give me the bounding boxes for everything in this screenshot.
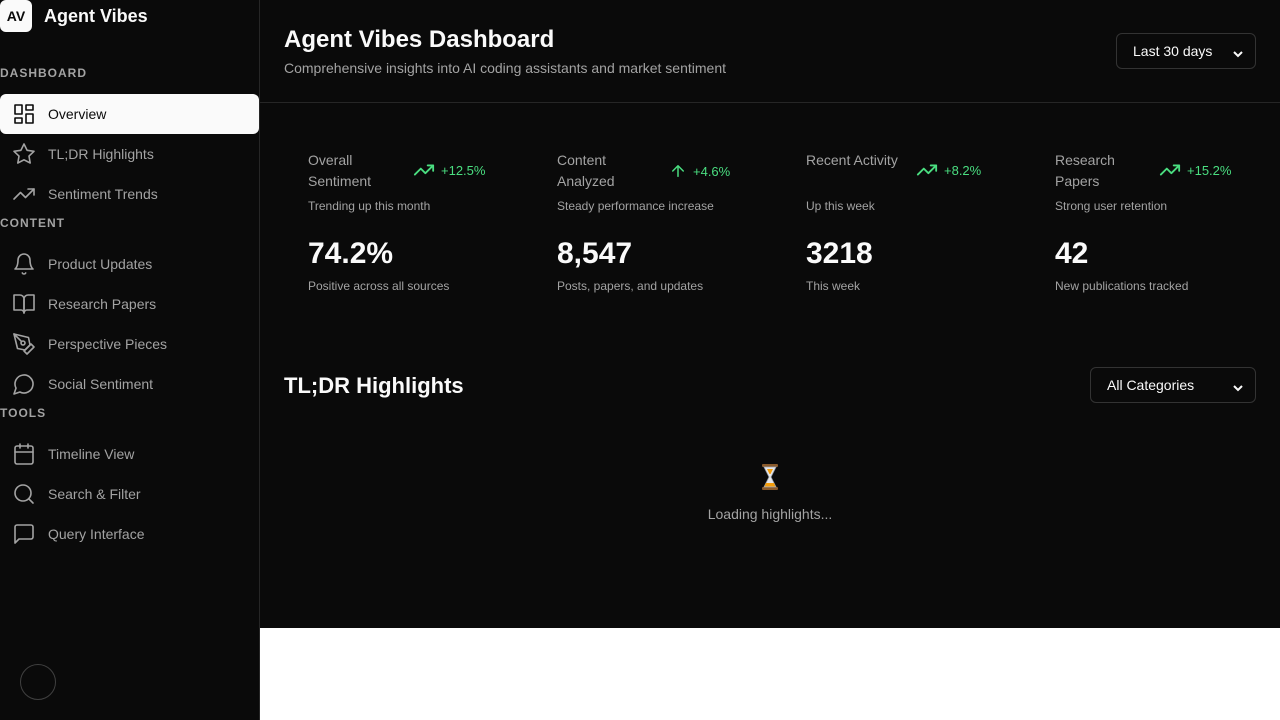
- stat-card-overall-sentiment: Overall Sentiment +12.5% Trending up thi…: [308, 150, 508, 310]
- sidebar-item-query-interface[interactable]: Query Interface: [0, 514, 259, 554]
- stat-trend-value: +15.2%: [1187, 162, 1232, 178]
- stat-note: Posts, papers, and updates: [557, 279, 704, 293]
- stat-value: 74.2%: [308, 237, 394, 270]
- stat-title: Recent Activity: [806, 152, 898, 168]
- trending-up-icon: [1159, 164, 1181, 176]
- sidebar-item-label: TL;DR Highlights: [48, 146, 154, 162]
- hourglass-icon: [762, 464, 778, 490]
- sidebar-item-label: Overview: [48, 106, 107, 122]
- sidebar-item-research-papers[interactable]: Research Papers: [0, 284, 259, 324]
- sidebar-item-timeline-view[interactable]: Timeline View: [0, 434, 259, 474]
- sidebar-item-label: Search & Filter: [48, 486, 141, 502]
- stat-value: 42: [1055, 237, 1089, 270]
- section-label-dashboard: DASHBOARD: [0, 66, 87, 80]
- sidebar-item-overview[interactable]: Overview: [0, 94, 259, 134]
- chevron-down-icon: [1233, 380, 1243, 392]
- category-select-value: All Categories: [1107, 377, 1195, 393]
- page-title: Agent Vibes Dashboard: [284, 26, 555, 53]
- stat-note: This week: [806, 279, 861, 293]
- brand[interactable]: AV Agent Vibes: [0, 0, 148, 32]
- star-icon: [12, 142, 36, 166]
- stat-card-recent-activity: Recent Activity +8.2% Up this week 3218 …: [806, 150, 1006, 310]
- sidebar: AV Agent Vibes DASHBOARD Overview TL;DR …: [0, 0, 260, 720]
- stat-note: New publications tracked: [1055, 279, 1189, 293]
- trending-up-icon: [413, 164, 435, 176]
- user-avatar[interactable]: [20, 664, 56, 700]
- grid-icon: [12, 102, 36, 126]
- sidebar-item-label: Research Papers: [48, 296, 157, 312]
- book-icon: [12, 292, 36, 316]
- sidebar-item-label: Perspective Pieces: [48, 336, 168, 352]
- chat-bubble-icon: [12, 372, 36, 396]
- sidebar-item-search-filter[interactable]: Search & Filter: [0, 474, 259, 514]
- sidebar-item-product-updates[interactable]: Product Updates: [0, 244, 259, 284]
- date-range-select[interactable]: Last 30 days: [1116, 33, 1256, 69]
- sidebar-item-label: Product Updates: [48, 256, 153, 272]
- sidebar-item-label: Query Interface: [48, 526, 145, 542]
- stat-title: Research Papers: [1055, 152, 1115, 189]
- sidebar-item-tldr-highlights[interactable]: TL;DR Highlights: [0, 134, 259, 174]
- sidebar-item-label: Social Sentiment: [48, 376, 154, 392]
- trending-up-icon: [916, 164, 938, 176]
- stat-description: Strong user retention: [1055, 199, 1168, 213]
- page-header: Agent Vibes Dashboard Comprehensive insi…: [260, 0, 1280, 103]
- brand-logo: AV: [0, 0, 32, 32]
- stat-value: 8,547: [557, 237, 633, 270]
- sidebar-item-label: Timeline View: [48, 446, 135, 462]
- sidebar-item-social-sentiment[interactable]: Social Sentiment: [0, 364, 259, 404]
- arrow-up-icon: [672, 165, 684, 177]
- stat-description: Up this week: [806, 199, 875, 213]
- calendar-icon: [12, 442, 36, 466]
- sidebar-item-sentiment-trends[interactable]: Sentiment Trends: [0, 174, 259, 214]
- page-subtitle: Comprehensive insights into AI coding as…: [284, 60, 727, 76]
- loading-text: Loading highlights...: [707, 506, 833, 522]
- stat-trend-value: +8.2%: [944, 162, 982, 178]
- stat-trend-badge: +4.6%: [669, 162, 730, 180]
- search-icon: [12, 482, 36, 506]
- pen-icon: [12, 332, 36, 356]
- stat-note: Positive across all sources: [308, 279, 450, 293]
- date-range-select-value: Last 30 days: [1133, 43, 1213, 59]
- section-label-tools: TOOLS: [0, 406, 47, 420]
- section-label-content: CONTENT: [0, 216, 65, 230]
- chevron-down-icon: [1233, 46, 1243, 58]
- sidebar-item-perspective-pieces[interactable]: Perspective Pieces: [0, 324, 259, 364]
- category-select[interactable]: All Categories: [1090, 367, 1256, 403]
- stat-trend-badge: +8.2%: [916, 162, 981, 178]
- stat-card-research-papers: Research Papers +15.2% Strong user reten…: [1055, 150, 1255, 310]
- stat-description: Trending up this month: [308, 199, 431, 213]
- bell-icon: [12, 252, 36, 276]
- message-square-icon: [12, 522, 36, 546]
- sidebar-item-label: Sentiment Trends: [48, 186, 158, 202]
- stat-trend-badge: +15.2%: [1159, 162, 1231, 178]
- stat-card-content-analyzed: Content Analyzed +4.6% Steady performanc…: [557, 150, 757, 310]
- stat-trend-value: +4.6%: [693, 163, 731, 179]
- stat-trend-badge: +12.5%: [413, 162, 485, 178]
- highlights-title: TL;DR Highlights: [284, 373, 464, 398]
- stat-description: Steady performance increase: [557, 199, 714, 213]
- trending-up-icon: [12, 182, 36, 206]
- brand-name: Agent Vibes: [44, 5, 148, 26]
- main-content: Agent Vibes Dashboard Comprehensive insi…: [260, 0, 1280, 628]
- stat-trend-value: +12.5%: [441, 162, 486, 178]
- stat-title: Content Analyzed: [557, 152, 615, 189]
- stat-value: 3218: [806, 237, 873, 270]
- stat-title: Overall Sentiment: [308, 152, 372, 189]
